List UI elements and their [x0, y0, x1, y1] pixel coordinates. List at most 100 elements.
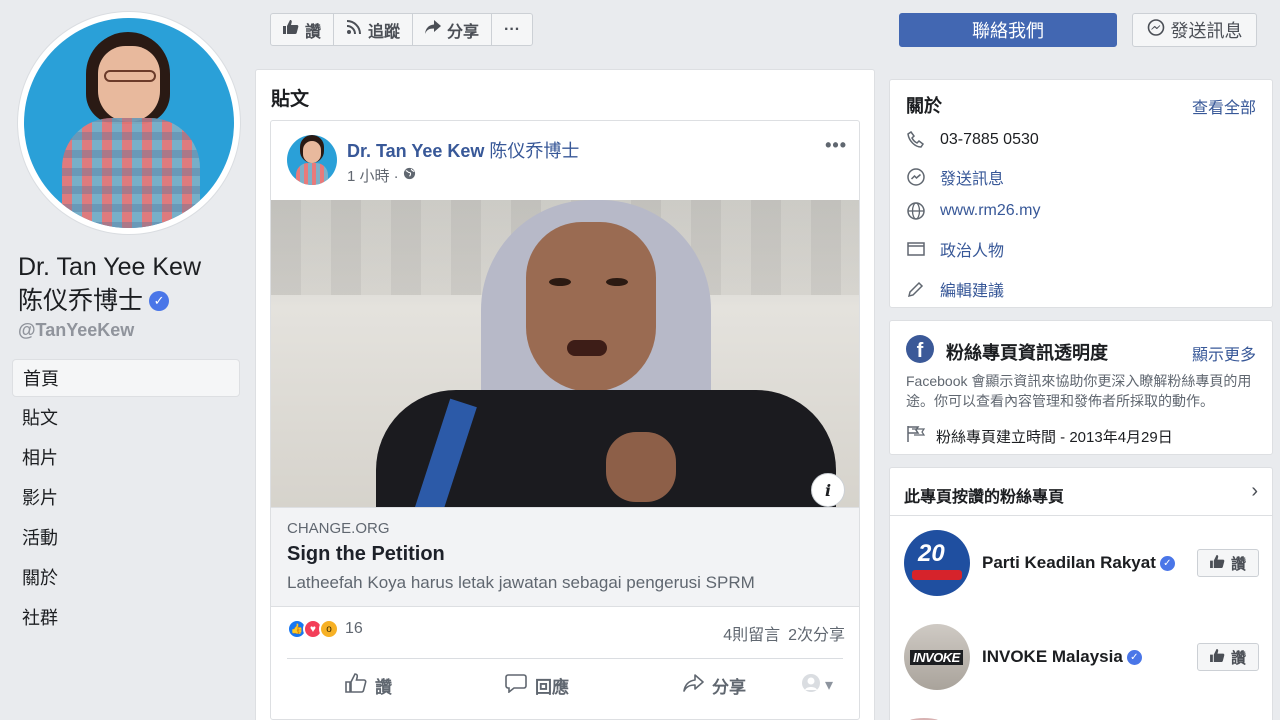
about-message-row[interactable]: 發送訊息 — [906, 165, 1004, 189]
invoke-logo-text: INVOKE — [910, 650, 963, 665]
folder-icon — [906, 239, 926, 259]
page-created-row: 粉絲專頁建立時間 - 2013年4月29日 — [906, 425, 1173, 447]
post-share-label: 分享 — [711, 677, 746, 697]
liked-page-like-button[interactable]: 讚 — [1197, 549, 1259, 577]
chevron-right-icon[interactable]: › — [1251, 480, 1258, 503]
about-phone: 03-7885 0530 — [940, 131, 1039, 148]
thumbs-up-icon — [283, 20, 299, 39]
post-stats: 4則留言 2次分享 — [723, 621, 845, 645]
nav-item-home[interactable]: 首頁 — [12, 359, 240, 397]
liked-page-like-label: 讚 — [1230, 649, 1246, 667]
liked-page-like-label: 讚 — [1230, 555, 1246, 573]
post-author-name-chinese: 陈仪乔博士 — [489, 141, 580, 161]
about-message-link: 發送訊息 — [940, 171, 1005, 188]
phone-icon — [906, 130, 926, 150]
about-category-link: 政治人物 — [940, 243, 1005, 260]
post-like-label: 讚 — [375, 677, 392, 697]
invoke-logo[interactable]: INVOKE — [904, 624, 970, 690]
liked-pages-title: 此專頁按讚的粉絲專頁 — [904, 489, 1065, 506]
verified-badge-icon: ✓ — [1159, 555, 1175, 571]
profile-picture[interactable] — [18, 12, 240, 234]
about-title: 關於 — [906, 96, 942, 116]
share-outline-icon — [682, 673, 704, 698]
page-created-text: 粉絲專頁建立時間 - 2013年4月29日 — [936, 428, 1173, 446]
thumbs-up-icon — [1210, 648, 1225, 666]
liked-page-item: INVOKE INVOKE Malaysia ✓ 讚 — [904, 624, 1259, 690]
posts-title: 貼文 — [271, 89, 310, 110]
link-title: Sign the Petition — [287, 543, 445, 565]
liked-page-item: Parti Keadilan Rakyat ✓ 讚 — [904, 530, 1259, 596]
post-author[interactable]: Dr. Tan Yee Kew 陈仪乔博士 — [347, 137, 579, 163]
reaction-summary[interactable]: 👍 ♥ o 16 — [287, 619, 363, 639]
liked-page-name-text: Parti Keadilan Rakyat — [982, 553, 1156, 572]
about-suggest-edits-row[interactable]: 編輯建議 — [906, 277, 1004, 301]
divider — [287, 658, 843, 659]
about-suggest-edits-link: 編輯建議 — [940, 283, 1005, 300]
globe-icon — [403, 167, 416, 184]
comment-icon — [505, 673, 527, 698]
nav-item-community[interactable]: 社群 — [12, 599, 240, 637]
share-count[interactable]: 2次分享 — [788, 621, 845, 645]
about-card: 關於 查看全部 03-7885 0530 發送訊息 www.rm26.my 政治… — [889, 79, 1273, 308]
post-timestamp[interactable]: 1 小時 · — [347, 165, 416, 186]
about-phone-row[interactable]: 03-7885 0530 — [906, 130, 1039, 150]
about-category-row[interactable]: 政治人物 — [906, 237, 1004, 261]
thumbs-up-outline-icon — [345, 672, 367, 698]
page-handle[interactable]: @TanYeeKew — [18, 320, 134, 341]
about-website-link: www.rm26.my — [940, 202, 1041, 219]
rss-icon — [346, 19, 362, 40]
post-like-button[interactable]: 讚 — [287, 672, 432, 698]
link-domain: CHANGE.ORG — [287, 520, 390, 537]
post-author-avatar[interactable] — [287, 135, 337, 185]
nav-item-photos[interactable]: 相片 — [12, 439, 240, 477]
wow-reaction-icon: o — [319, 619, 339, 639]
messenger-icon — [906, 167, 926, 187]
pkr-logo[interactable] — [904, 530, 970, 596]
reaction-profile-selector[interactable]: ▾ — [801, 673, 843, 698]
post-author-name: Dr. Tan Yee Kew — [347, 141, 485, 161]
page-name[interactable]: Dr. Tan Yee Kew — [18, 252, 201, 282]
left-column: Dr. Tan Yee Kew 陈仪乔博士 ✓ @TanYeeKew 首頁 貼文… — [0, 0, 256, 720]
info-icon[interactable]: i — [811, 473, 845, 507]
contact-us-button[interactable]: 聯絡我們 — [899, 13, 1117, 47]
reaction-count: 16 — [345, 620, 363, 637]
liked-page-name-text: INVOKE Malaysia — [982, 647, 1123, 666]
share-arrow-icon — [425, 20, 442, 39]
transparency-see-more-link[interactable]: 顯示更多 — [1192, 341, 1256, 365]
comment-count[interactable]: 4則留言 — [723, 621, 780, 645]
nav-item-about[interactable]: 關於 — [12, 559, 240, 597]
post-actions: 讚 回應 分享 ▾ — [287, 667, 843, 703]
like-page-button[interactable]: 讚 — [271, 14, 335, 45]
nav-item-videos[interactable]: 影片 — [12, 479, 240, 517]
pencil-icon — [906, 279, 926, 299]
share-page-button[interactable]: 分享 — [413, 14, 493, 45]
page-name-chinese[interactable]: 陈仪乔博士 ✓ — [18, 286, 170, 316]
page-transparency-card: f 粉絲專頁資訊透明度 顯示更多 Facebook 會顯示資訊來協助你更深入瞭解… — [889, 320, 1273, 455]
nav-item-events[interactable]: 活動 — [12, 519, 240, 557]
about-website-row[interactable]: www.rm26.my — [906, 201, 1040, 221]
more-options-button[interactable]: ··· — [492, 14, 532, 45]
caret-down-icon: ▾ — [824, 677, 833, 694]
transparency-title: 粉絲專頁資訊透明度 — [946, 343, 1108, 363]
send-message-label: 發送訊息 — [1170, 21, 1243, 41]
about-see-all-link[interactable]: 查看全部 — [1192, 94, 1256, 118]
post-options-button[interactable]: ••• — [825, 135, 847, 156]
liked-page-name[interactable]: Parti Keadilan Rakyat ✓ — [982, 553, 1197, 573]
flag-icon — [906, 425, 926, 447]
liked-pages-header[interactable]: 此專頁按讚的粉絲專頁 › — [890, 468, 1272, 516]
more-label: ··· — [504, 20, 521, 38]
post-comment-button[interactable]: 回應 — [447, 673, 609, 698]
link-preview-image[interactable]: i — [271, 200, 859, 507]
follow-button[interactable]: 追蹤 — [334, 14, 414, 45]
share-page-label: 分享 — [447, 23, 480, 41]
liked-page-like-button[interactable]: 讚 — [1197, 643, 1259, 671]
send-message-button[interactable]: 發送訊息 — [1132, 13, 1257, 47]
link-preview[interactable]: CHANGE.ORG Sign the Petition Latheefah K… — [271, 507, 859, 607]
liked-page-name[interactable]: INVOKE Malaysia ✓ — [982, 647, 1197, 667]
post-share-button[interactable]: 分享 — [624, 673, 786, 698]
profile-photo — [24, 18, 234, 228]
thumbs-up-icon — [1210, 554, 1225, 572]
nav-item-posts[interactable]: 貼文 — [12, 399, 240, 437]
like-page-label: 讚 — [305, 23, 322, 41]
user-silhouette-icon — [801, 673, 821, 698]
